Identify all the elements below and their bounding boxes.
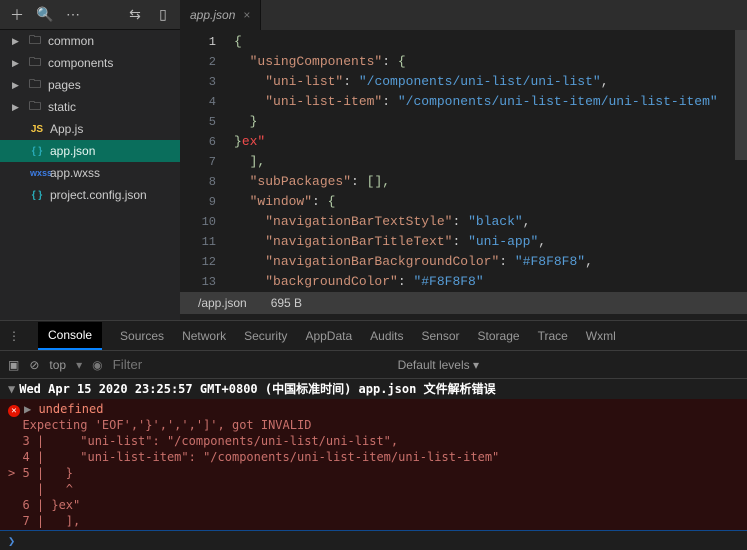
- tab-app-json[interactable]: app.json ×: [180, 0, 261, 30]
- console-prompt[interactable]: ❯: [0, 530, 747, 550]
- console-header: ▼Wed Apr 15 2020 23:25:57 GMT+0800 (中国标准…: [0, 379, 747, 399]
- sidebar-folder-components[interactable]: ▶ 🗀 components: [0, 52, 180, 74]
- sidebar-file-app.json[interactable]: { } app.json: [0, 140, 180, 162]
- clear-console-icon[interactable]: ⊘: [29, 358, 39, 372]
- status-size: 695 B: [271, 296, 302, 310]
- tab-title: app.json: [190, 8, 235, 22]
- console-filter-input[interactable]: [113, 357, 293, 372]
- console-error: ✕▶ undefined Expecting 'EOF','}',',',']'…: [8, 401, 739, 530]
- file-label: app.wxss: [50, 166, 100, 180]
- more-icon[interactable]: ⋯: [62, 4, 84, 26]
- devtools-tab-storage[interactable]: Storage: [478, 329, 520, 343]
- sidebar-file-App.js[interactable]: JS App.js: [0, 118, 180, 140]
- folder-label: components: [48, 56, 113, 70]
- console-output: ▼Wed Apr 15 2020 23:25:57 GMT+0800 (中国标准…: [0, 379, 747, 530]
- new-file-button[interactable]: ＋: [6, 4, 28, 26]
- sidebar-folder-common[interactable]: ▶ 🗀 common: [0, 30, 180, 52]
- devtools-tab-security[interactable]: Security: [244, 329, 287, 343]
- sidebar-file-project.config.json[interactable]: { } project.config.json: [0, 184, 180, 206]
- devtools-tab-console[interactable]: Console: [38, 322, 102, 350]
- scrollbar-thumb[interactable]: [735, 30, 747, 160]
- line-gutter: 12345678910111213: [180, 30, 230, 292]
- folder-icon: 🗀: [28, 31, 42, 52]
- chevron-right-icon: ▶: [12, 36, 22, 47]
- toggle-panel-icon[interactable]: ▯: [152, 4, 174, 26]
- code-editor[interactable]: 12345678910111213 { "usingComponents": {…: [180, 30, 747, 292]
- code-content[interactable]: { "usingComponents": { "uni-list": "/com…: [230, 30, 747, 292]
- folder-icon: 🗀: [28, 75, 42, 96]
- devtools-menu-icon[interactable]: ⋮: [8, 329, 20, 343]
- toggle-sidebar-icon[interactable]: ▣: [8, 358, 19, 372]
- devtools-tab-sensor[interactable]: Sensor: [422, 329, 460, 343]
- eye-icon[interactable]: ◉: [92, 358, 102, 372]
- devtools-tab-network[interactable]: Network: [182, 329, 226, 343]
- file-label: project.config.json: [50, 188, 147, 202]
- folder-label: pages: [48, 78, 81, 92]
- search-icon[interactable]: 🔍: [34, 4, 56, 26]
- folder-icon: 🗀: [28, 97, 42, 118]
- file-label: app.json: [50, 144, 95, 158]
- collapse-arrow-icon[interactable]: ▼: [8, 382, 15, 396]
- split-editor-icon[interactable]: ⇆: [124, 4, 146, 26]
- editor-scrollbar[interactable]: [735, 30, 747, 292]
- close-icon[interactable]: ×: [243, 8, 250, 22]
- chevron-right-icon: ▶: [12, 80, 22, 91]
- folder-icon: 🗀: [28, 53, 42, 74]
- console-context[interactable]: top: [49, 358, 66, 372]
- editor-tabbar: app.json ×: [180, 0, 747, 30]
- devtools-tab-trace[interactable]: Trace: [538, 329, 568, 343]
- chevron-right-icon: ▶: [12, 58, 22, 69]
- error-icon: ✕: [8, 405, 20, 417]
- file-icon: { }: [30, 146, 44, 157]
- console-toolbar: ▣ ⊘ top ▾ ◉ Default levels ▾: [0, 351, 747, 379]
- devtools-tab-appdata[interactable]: AppData: [305, 329, 352, 343]
- file-icon: { }: [30, 190, 44, 201]
- explorer-toolbar: ＋ 🔍 ⋯ ⇆ ▯: [0, 0, 180, 30]
- folder-label: static: [48, 100, 76, 114]
- devtools-tabs: ⋮ Console Sources Network Security AppData Au…: [0, 321, 747, 351]
- sidebar-file-app.wxss[interactable]: wxss app.wxss: [0, 162, 180, 184]
- status-path: /app.json: [198, 296, 247, 310]
- console-levels[interactable]: Default levels ▾: [398, 358, 479, 372]
- chevron-right-icon[interactable]: ▶: [24, 402, 38, 416]
- devtools-tab-audits[interactable]: Audits: [370, 329, 403, 343]
- chevron-right-icon: ▶: [12, 102, 22, 113]
- devtools-panel: ⋮ Console Sources Network Security AppData Au…: [0, 320, 747, 550]
- folder-label: common: [48, 34, 94, 48]
- chevron-down-icon[interactable]: ▾: [76, 358, 82, 372]
- file-icon: wxss: [30, 168, 44, 178]
- file-tree: ▶ 🗀 common ▶ 🗀 components ▶ 🗀 pages ▶ 🗀 static JS App…: [0, 30, 180, 320]
- sidebar-folder-static[interactable]: ▶ 🗀 static: [0, 96, 180, 118]
- file-icon: JS: [30, 124, 44, 135]
- devtools-tab-wxml[interactable]: Wxml: [586, 329, 616, 343]
- devtools-tab-sources[interactable]: Sources: [120, 329, 164, 343]
- status-bar: /app.json 695 B: [180, 292, 747, 314]
- sidebar-folder-pages[interactable]: ▶ 🗀 pages: [0, 74, 180, 96]
- file-label: App.js: [50, 122, 83, 136]
